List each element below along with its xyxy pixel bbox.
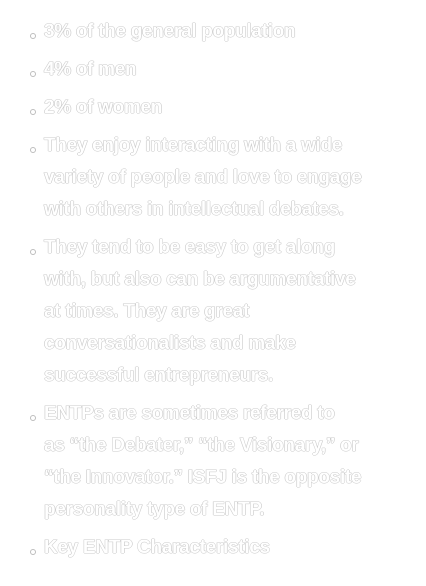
bullet-icon	[30, 147, 36, 153]
bullet-icon	[30, 249, 36, 255]
list-item-text: as “the Debater,” “the Visionary,” or	[44, 435, 359, 456]
list-item-text: conversationalists and make	[44, 333, 296, 354]
list-item: They enjoy interacting with a wide variet…	[26, 130, 362, 226]
list-item-text: 2% of women	[44, 97, 163, 118]
list-item: 2% of women	[26, 92, 362, 124]
bullet-icon	[30, 549, 36, 555]
bullet-icon	[30, 415, 36, 421]
list-item: 4% of men	[26, 54, 362, 86]
bullet-icon	[30, 109, 36, 115]
list-item-text: with others in intellectual debates.	[44, 199, 344, 220]
list-item-text: 3% of the general population	[44, 21, 296, 42]
list-item-text: They tend to be easy to get along	[44, 237, 335, 258]
list-item: ENTPs are sometimes referred to as “the D…	[26, 398, 362, 526]
list-item: They tend to be easy to get along with, b…	[26, 232, 362, 392]
list-item: 3% of the general population	[26, 16, 362, 48]
list-item-text: Key ENTP Characteristics	[44, 537, 270, 558]
list-item-text: personality type of ENTP.	[44, 499, 265, 520]
list-item-text: ENTPs are sometimes referred to	[44, 403, 335, 424]
list-item-text: with, but also can be argumentative	[44, 269, 356, 290]
list-item-text: successful entrepreneurs.	[44, 365, 274, 386]
list-item-text: 4% of men	[44, 59, 137, 80]
list-item-text: “the Innovator.” ISFJ is the opposite	[44, 467, 362, 488]
list-item-text: at times. They are great	[44, 301, 250, 322]
bullet-list: 3% of the general population 4% of men 2% …	[26, 16, 362, 570]
bullet-icon	[30, 71, 36, 77]
list-item-text: variety of people and love to engage	[44, 167, 362, 188]
list-item: Key ENTP Characteristics	[26, 532, 362, 564]
bullet-icon	[30, 33, 36, 39]
list-item-text: They enjoy interacting with a wide	[44, 135, 343, 156]
